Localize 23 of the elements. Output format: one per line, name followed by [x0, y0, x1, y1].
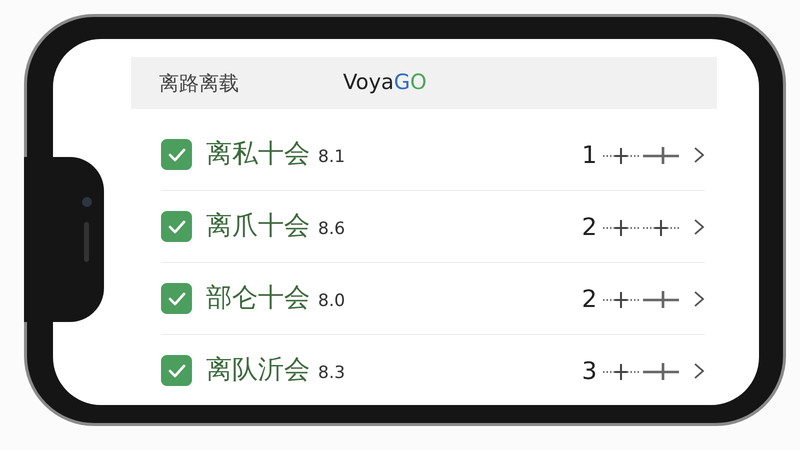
checkbox[interactable] [161, 283, 192, 314]
logo: VoyaGO [343, 69, 427, 96]
header-title: 离路离载 [159, 70, 239, 97]
item-name: 离私十会 [206, 138, 310, 171]
count: 2 [582, 212, 597, 242]
checkbox[interactable] [161, 139, 192, 170]
chevron-right-icon[interactable] [693, 146, 705, 164]
item-name: 离爪十会 [206, 210, 310, 243]
checkbox[interactable] [161, 211, 192, 242]
checkbox[interactable] [161, 355, 192, 386]
chevron-right-icon[interactable] [693, 218, 705, 236]
score: 8.1 [318, 146, 346, 169]
count: 3 [582, 356, 597, 386]
speaker-icon [84, 222, 89, 262]
count: 1 [582, 140, 597, 170]
score: 8.6 [318, 218, 346, 241]
chevron-right-icon[interactable] [693, 362, 705, 380]
item-name: 离队沂会 [206, 354, 310, 387]
score: 8.3 [318, 362, 346, 385]
chevron-right-icon[interactable] [693, 290, 705, 308]
score: 8.0 [318, 290, 346, 313]
item-name: 部仑十会 [206, 282, 310, 315]
count: 2 [582, 284, 597, 314]
